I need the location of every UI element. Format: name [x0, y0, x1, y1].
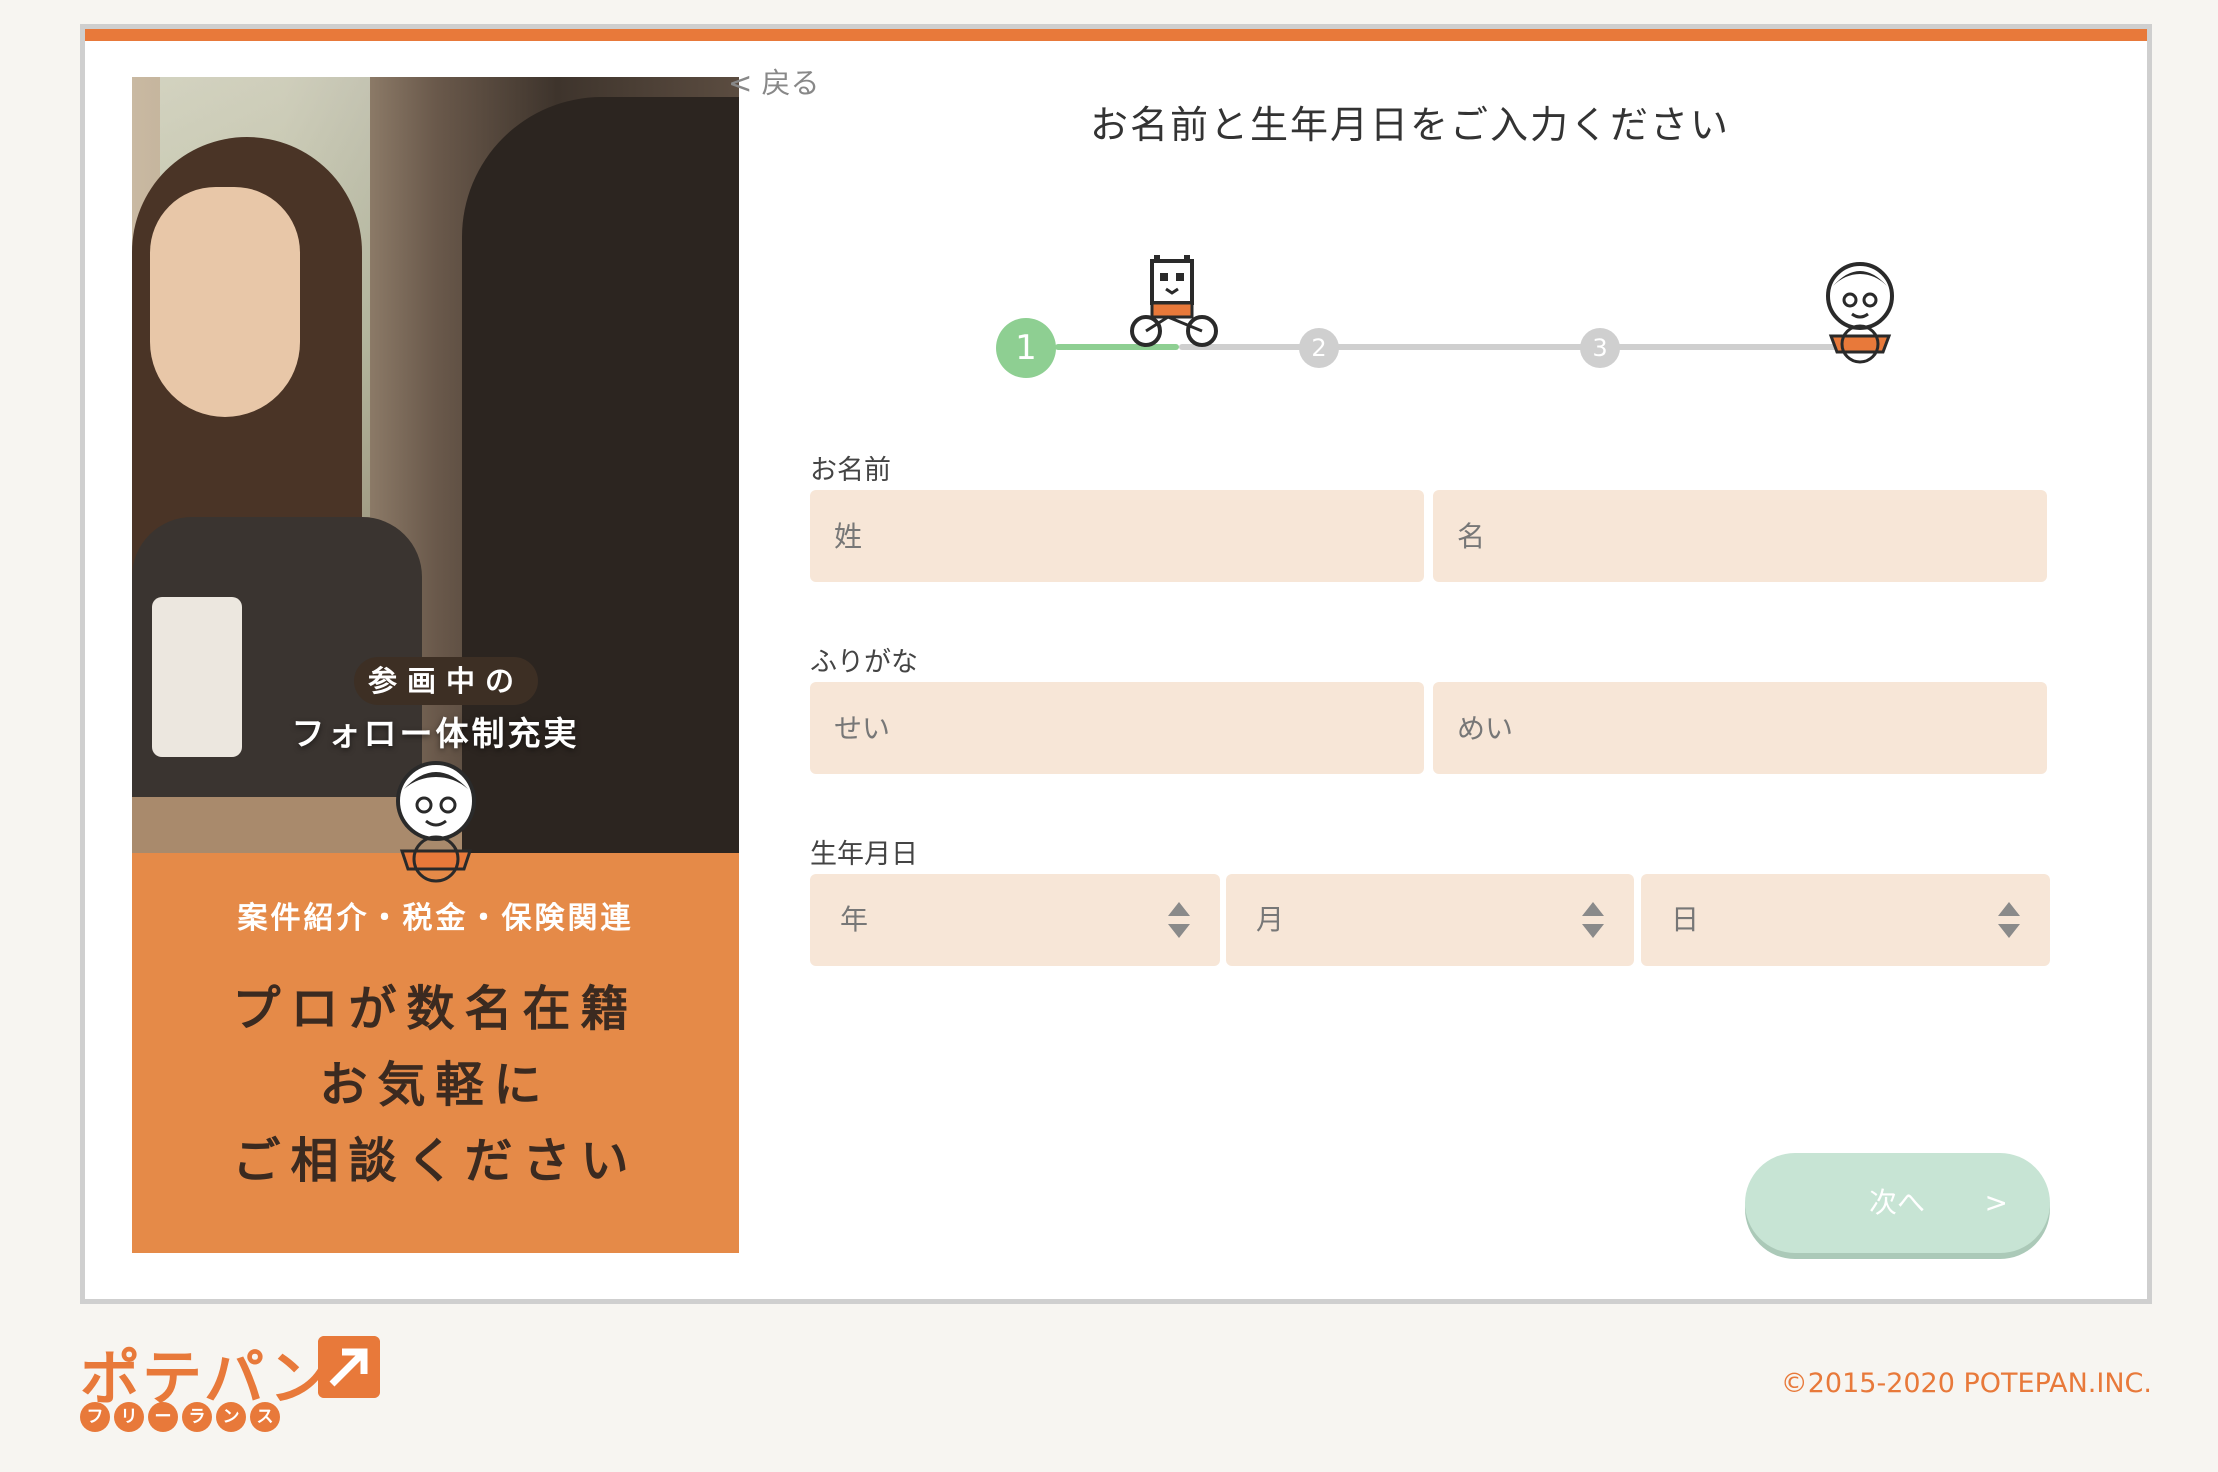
copyright: ©2015-2020 POTEPAN.INC. [1780, 1368, 2152, 1399]
logo-subtitle: フ リ ー ラ ン ス [80, 1402, 280, 1432]
progress-track-remaining [1179, 344, 1859, 350]
first-name-kana-input[interactable] [1433, 682, 2047, 774]
promo-banner: 参画中の フォロー体制充実 案件紹介・税金・保険関連 プロが数名在籍 お気軽に … [132, 77, 739, 1253]
promo-categories: 案件紹介・税金・保険関連 [237, 901, 634, 936]
robot-bicycle-icon [1130, 255, 1218, 347]
birth-month-select[interactable]: 月 [1226, 874, 1634, 966]
chevron-right-icon: > [1984, 1186, 2008, 1219]
progress-step-1: 1 [996, 318, 1056, 378]
logo-sub-char: ー [148, 1402, 178, 1432]
birth-day-placeholder: 日 [1671, 903, 1700, 936]
logo-sub-char: ン [216, 1402, 246, 1432]
logo-sub-char: ラ [182, 1402, 212, 1432]
promo-badge: 参画中の [354, 657, 539, 705]
birth-year-select[interactable]: 年 [810, 874, 1220, 966]
arrow-up-right-icon [318, 1336, 380, 1398]
promo-headline-line-3: ご相談ください [232, 1133, 639, 1189]
furigana-label: ふりがな [810, 647, 918, 678]
progress-step-3: 3 [1580, 328, 1620, 368]
page-title: お名前と生年月日をご入力ください [1089, 103, 1730, 147]
promo-headline-line-2: お気軽に [319, 1057, 552, 1113]
photo-woman-face [150, 187, 300, 417]
logo-sub-char: ス [250, 1402, 280, 1432]
next-button-label: 次へ [1869, 1186, 1926, 1219]
name-label: お名前 [810, 455, 891, 486]
promo-headline-line-1: プロが数名在籍 [232, 981, 639, 1037]
promo-subtitle: フォロー体制充実 [291, 714, 580, 753]
birth-year-placeholder: 年 [840, 903, 869, 936]
last-name-kana-input[interactable] [810, 682, 1424, 774]
select-updown-icon [1168, 902, 1190, 938]
form-card: 参画中の フォロー体制充実 案件紹介・税金・保険関連 プロが数名在籍 お気軽に … [80, 24, 2152, 1304]
birthdate-label: 生年月日 [810, 839, 918, 870]
birth-day-select[interactable]: 日 [1641, 874, 2050, 966]
next-button[interactable]: 次へ > [1745, 1153, 2050, 1253]
logo-sub-char: リ [114, 1402, 144, 1432]
first-name-input[interactable] [1433, 490, 2047, 582]
potepan-mascot-icon [396, 761, 476, 883]
logo-sub-char: フ [80, 1402, 110, 1432]
progress-step-2: 2 [1299, 328, 1339, 368]
card-top-accent-bar [85, 29, 2147, 41]
select-updown-icon [1998, 902, 2020, 938]
select-updown-icon [1582, 902, 1604, 938]
birth-month-placeholder: 月 [1256, 903, 1285, 936]
potepan-goal-icon [1826, 262, 1894, 364]
last-name-input[interactable] [810, 490, 1424, 582]
